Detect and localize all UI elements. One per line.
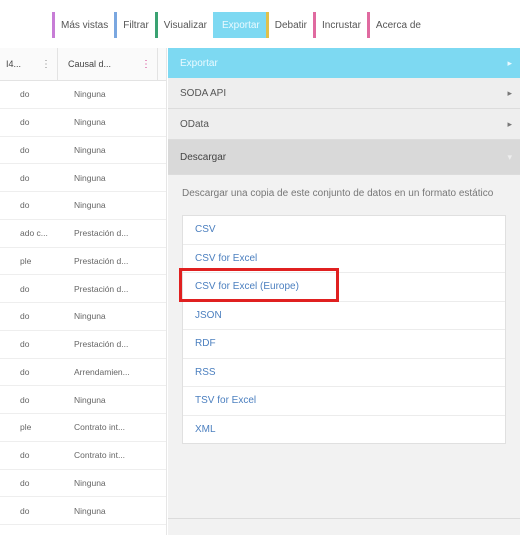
tab-visualizar[interactable]: Visualizar: [154, 12, 213, 38]
table-cell: do: [20, 505, 30, 516]
table-row[interactable]: do Ninguna: [0, 192, 166, 220]
download-format-csv[interactable]: CSV: [183, 216, 505, 245]
table-cell: ado c...: [20, 228, 48, 239]
table-row[interactable]: do Ninguna: [0, 303, 166, 331]
download-format-tsv-for-excel[interactable]: TSV for Excel: [183, 387, 505, 416]
section-label: SODA API: [180, 87, 227, 99]
column-header-id[interactable]: I4... ⋮: [0, 48, 58, 80]
table-cell: do: [20, 394, 30, 405]
chevron-right-icon: ▸: [507, 87, 512, 98]
download-description: Descargar una copia de este conjunto de …: [182, 188, 494, 199]
table-cell: do: [20, 144, 30, 155]
table-row[interactable]: do Ninguna: [0, 470, 166, 498]
table-cell: ple: [20, 422, 32, 433]
section-odata[interactable]: OData ▸: [168, 109, 520, 140]
table-cell: do: [20, 477, 30, 488]
tab-label: Más vistas: [61, 19, 109, 31]
table-cell: do: [20, 311, 30, 322]
table-cell: Ninguna: [74, 311, 106, 322]
export-panel-header[interactable]: Exportar ▸: [168, 48, 520, 78]
export-panel-title: Exportar: [180, 57, 218, 69]
table-cell: Ninguna: [74, 89, 106, 100]
chevron-down-icon: ▾: [507, 151, 512, 162]
table-row[interactable]: ado c... Prestación d...: [0, 220, 166, 248]
section-label: OData: [180, 118, 209, 130]
table-cell: Prestación d...: [74, 228, 129, 239]
table-cell: do: [20, 283, 30, 294]
table-cell: Prestación d...: [74, 339, 129, 350]
table-cell: do: [20, 366, 30, 377]
column-header-label: Causal d...: [68, 59, 112, 69]
tab-incrustar[interactable]: Incrustar: [313, 12, 367, 38]
tab-label: Filtrar: [123, 19, 149, 31]
column-header-label: I4...: [6, 59, 22, 69]
tab-filtrar[interactable]: Filtrar: [114, 12, 155, 38]
table-cell: Ninguna: [74, 394, 106, 405]
table-row[interactable]: do Prestación d...: [0, 331, 166, 359]
chevron-right-icon: ▸: [507, 118, 512, 129]
table-body: do Ninguna do Ninguna do Ninguna do Ninguna do Ni…: [0, 81, 166, 525]
table-row[interactable]: do Ninguna: [0, 164, 166, 192]
table-row[interactable]: do Ninguna: [0, 137, 166, 165]
table-cell: Prestación d...: [74, 283, 129, 294]
table-cell: Ninguna: [74, 172, 106, 183]
column-menu-icon[interactable]: ⋮: [41, 59, 57, 70]
table-row[interactable]: do Prestación d...: [0, 275, 166, 303]
table-cell: Ninguna: [74, 477, 106, 488]
download-format-xml[interactable]: XML: [183, 416, 505, 444]
tab-label: Acerca de: [375, 19, 421, 31]
table-cell: Ninguna: [74, 200, 106, 211]
panel-divider: [168, 518, 520, 519]
table-row[interactable]: ple Contrato int...: [0, 414, 166, 442]
tab-label: Visualizar: [163, 19, 207, 31]
tab-debatir[interactable]: Debatir: [265, 12, 314, 38]
table-row[interactable]: ple Prestación d...: [0, 248, 166, 276]
table-row[interactable]: do Contrato int...: [0, 442, 166, 470]
table-row[interactable]: do Ninguna: [0, 386, 166, 414]
table-cell: do: [20, 200, 30, 211]
toolbar-tabs: Más vistas Filtrar Visualizar Exportar Debat…: [52, 12, 427, 38]
download-format-list: CSV CSV for Excel CSV for Excel (Europe) JS…: [182, 215, 506, 444]
table-cell: Prestación d...: [74, 255, 129, 266]
table-header: I4... ⋮ Causal d... ⋮: [0, 48, 166, 81]
table-row[interactable]: do Ninguna: [0, 497, 166, 525]
tab-label: Debatir: [274, 19, 308, 31]
download-format-rdf[interactable]: RDF: [183, 330, 505, 359]
table-cell: do: [20, 450, 30, 461]
tab-label: Exportar: [221, 19, 260, 31]
table-cell: Contrato int...: [74, 450, 126, 461]
column-menu-icon[interactable]: ⋮: [141, 59, 157, 70]
column-header-causal[interactable]: Causal d... ⋮: [58, 48, 158, 80]
tab-label: Incrustar: [322, 19, 361, 31]
table-cell: Ninguna: [74, 144, 106, 155]
tab-acerca-de[interactable]: Acerca de: [366, 12, 427, 38]
chevron-right-icon: ▸: [507, 57, 512, 68]
table-row[interactable]: do Ninguna: [0, 81, 166, 109]
download-format-rss[interactable]: RSS: [183, 359, 505, 387]
table-cell: Contrato int...: [74, 422, 126, 433]
download-format-json[interactable]: JSON: [183, 302, 505, 330]
table-row[interactable]: do Arrendamien...: [0, 359, 166, 387]
table-cell: do: [20, 89, 30, 100]
table-cell: do: [20, 117, 30, 128]
download-section-body: Descargar una copia de este conjunto de …: [168, 175, 520, 444]
tab-m-s-vistas[interactable]: Más vistas: [52, 12, 115, 38]
section-soda-api[interactable]: SODA API ▸: [168, 78, 520, 109]
table-cell: do: [20, 339, 30, 350]
section-download[interactable]: Descargar ▾: [168, 140, 520, 175]
tab-exportar[interactable]: Exportar: [212, 12, 266, 38]
table-cell: Arrendamien...: [74, 366, 130, 377]
table-cell: do: [20, 172, 30, 183]
highlight-box: [179, 268, 339, 302]
section-label: Descargar: [180, 151, 227, 163]
table-cell: Ninguna: [74, 505, 106, 516]
table-cell: Ninguna: [74, 117, 106, 128]
table-row[interactable]: do Ninguna: [0, 109, 166, 137]
table-cell: ple: [20, 255, 32, 266]
data-table: I4... ⋮ Causal d... ⋮ do Ninguna do Ninguna…: [0, 48, 167, 535]
